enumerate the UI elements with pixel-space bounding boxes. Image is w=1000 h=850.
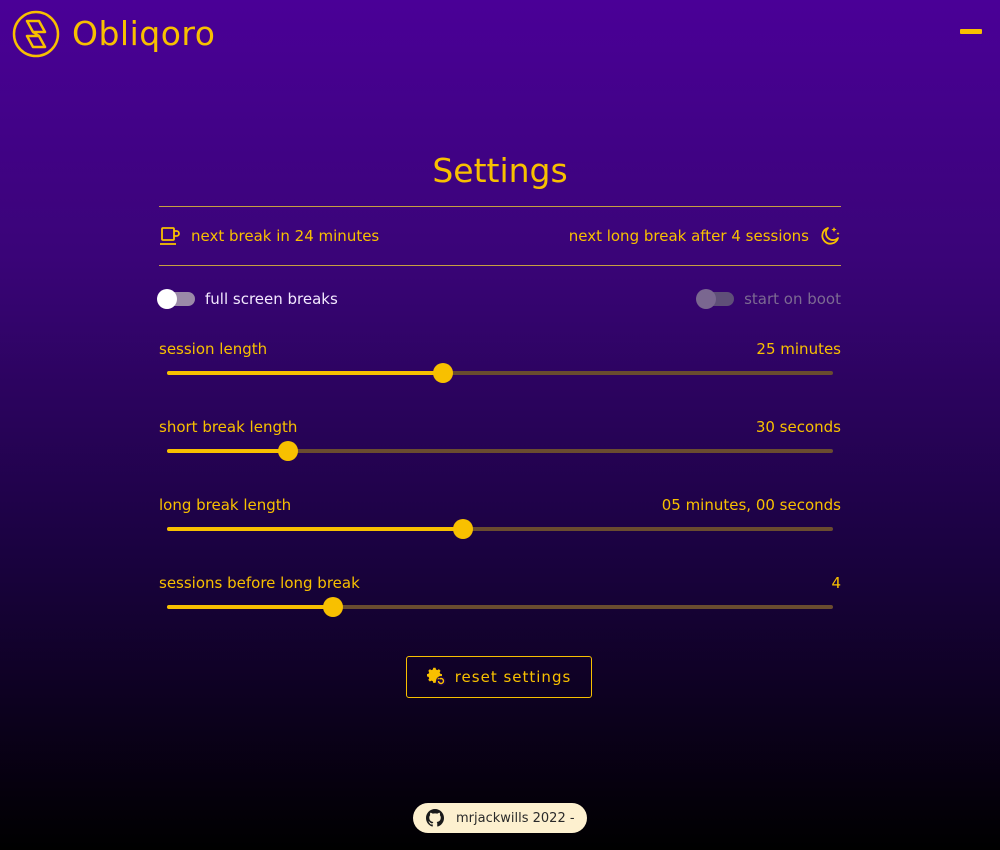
minimize-button[interactable] [960, 29, 982, 34]
sessions-before-long-break-setting: sessions before long break 4 [159, 574, 841, 652]
full-screen-breaks-toggle[interactable]: full screen breaks [157, 289, 338, 309]
app-title: Obliqoro [72, 14, 216, 53]
page-title: Settings [432, 151, 568, 190]
gear-reset-icon [426, 667, 446, 686]
next-long-break-info: next long break after 4 sessions [569, 225, 841, 247]
reset-settings-label: reset settings [454, 668, 572, 686]
short-break-length-slider[interactable] [167, 441, 833, 461]
slider-fill [167, 371, 443, 375]
slider-value: 25 minutes [756, 340, 841, 358]
slider-value: 30 seconds [755, 418, 841, 436]
toggle-track[interactable] [157, 289, 195, 309]
footer-text: mrjackwills 2022 - [456, 810, 575, 826]
slider-thumb[interactable] [322, 597, 343, 617]
slider-value: 05 minutes, 00 seconds [661, 496, 841, 514]
toggle-row: full screen breaks start on boot [157, 266, 841, 340]
obliqoro-logo-icon [12, 10, 60, 58]
start-on-boot-toggle[interactable]: start on boot [696, 289, 841, 309]
toggle-track[interactable] [696, 289, 735, 309]
break-info-row: next break in 24 minutes next long break… [159, 207, 841, 265]
long-break-length-slider[interactable] [167, 519, 833, 539]
coffee-cup-icon [160, 227, 180, 245]
github-icon [426, 809, 444, 827]
slider-label: session length [159, 340, 268, 358]
toggle-knob[interactable] [157, 289, 177, 309]
slider-label: sessions before long break [159, 574, 360, 592]
short-break-length-setting: short break length 30 seconds [159, 418, 841, 496]
slider-thumb[interactable] [452, 519, 473, 539]
toggle-label: start on boot [744, 290, 841, 308]
slider-thumb[interactable] [278, 441, 299, 461]
session-length-setting: session length 25 minutes [159, 340, 841, 418]
sessions-before-long-break-slider[interactable] [167, 597, 833, 617]
reset-settings-button[interactable]: reset settings [406, 656, 592, 698]
app-header: Obliqoro [0, 0, 1000, 68]
toggle-knob[interactable] [696, 289, 717, 309]
long-break-length-setting: long break length 05 minutes, 00 seconds [159, 496, 841, 574]
settings-panel: Settings next break in 24 minutes next l… [157, 150, 841, 652]
slider-fill [167, 527, 463, 531]
slider-fill [167, 605, 333, 609]
slider-label: short break length [159, 418, 298, 436]
next-break-text: next break in 24 minutes [191, 227, 380, 245]
slider-fill [167, 449, 289, 453]
slider-value: 4 [831, 574, 841, 592]
slider-thumb[interactable] [432, 363, 453, 383]
slider-label: long break length [159, 496, 292, 514]
toggle-label: full screen breaks [205, 290, 338, 308]
next-break-info: next break in 24 minutes [159, 226, 379, 246]
github-credit-link[interactable]: mrjackwills 2022 - [413, 803, 587, 833]
session-length-slider[interactable] [167, 363, 833, 383]
next-long-break-text: next long break after 4 sessions [568, 227, 809, 245]
moon-stars-icon [821, 227, 840, 245]
